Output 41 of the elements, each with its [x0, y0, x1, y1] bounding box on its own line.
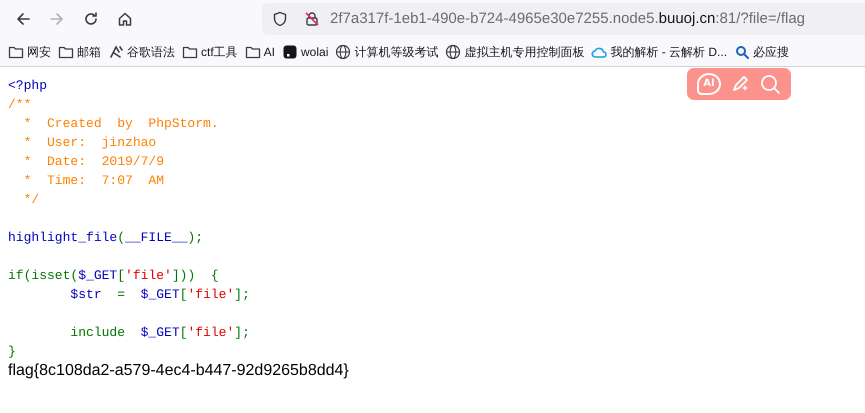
home-icon	[117, 11, 133, 27]
search-icon	[759, 73, 781, 95]
app-icon	[282, 44, 298, 60]
bookmark[interactable]: 计算机等级考试	[335, 43, 438, 61]
folder-icon	[182, 44, 198, 60]
reload-icon	[83, 11, 99, 27]
bookmark[interactable]: 必应搜	[734, 43, 790, 61]
code-line: * Created by PhpStorm.	[22, 115, 219, 133]
code-line: */	[22, 191, 40, 209]
back-icon	[15, 11, 31, 27]
bookmark[interactable]: 我的解析 - 云解析 D...	[591, 43, 728, 61]
bookmark[interactable]: 邮箱	[58, 43, 101, 61]
code-line: <?php	[8, 77, 48, 95]
code-line: /**	[8, 96, 32, 114]
search-icon	[734, 44, 750, 60]
code-line: }	[8, 343, 16, 361]
address-bar[interactable]: 2f7a317f-1eb1-490e-b724-4965e30e7255.node5.buuoj.cn:81/?file=/flag	[262, 3, 865, 35]
tool-icon	[108, 44, 124, 60]
url-text: 2f7a317f-1eb1-490e-b724-4965e30e7255.node5.buuoj.cn:81/?file=/flag	[330, 8, 806, 29]
forward-icon	[49, 11, 65, 27]
code-line: * User: jinzhao	[22, 134, 156, 152]
code-line: include $_GET['file'];	[69, 324, 250, 342]
bookmark[interactable]: wolai	[282, 43, 328, 61]
bookmark[interactable]: 虚拟主机专用控制面板	[445, 43, 584, 61]
output-text: flag{8c108da2-a579-4ec4-b447-92d9265b8dd4}	[8, 361, 350, 381]
bookmark[interactable]: 网安	[8, 43, 51, 61]
shield-icon	[272, 11, 288, 27]
bookmark[interactable]: ctf工具	[182, 43, 238, 61]
code-line: if(isset($_GET['file'])) {	[8, 267, 219, 285]
bookmark[interactable]: AI	[244, 43, 276, 61]
folder-icon	[8, 44, 24, 60]
insecure-lock-icon	[304, 11, 320, 27]
folder-icon	[58, 44, 74, 60]
code-line: highlight_file(__FILE__);	[8, 229, 204, 247]
code-line: * Date: 2019/7/9	[22, 153, 164, 171]
bookmark[interactable]: 谷歌语法	[108, 43, 175, 61]
code-line: * Time: 7:07 AM	[22, 172, 164, 190]
globe-icon	[335, 44, 352, 60]
folder-icon	[244, 44, 261, 60]
code-line: $str = $_GET['file'];	[69, 286, 250, 304]
globe-icon	[445, 44, 462, 60]
